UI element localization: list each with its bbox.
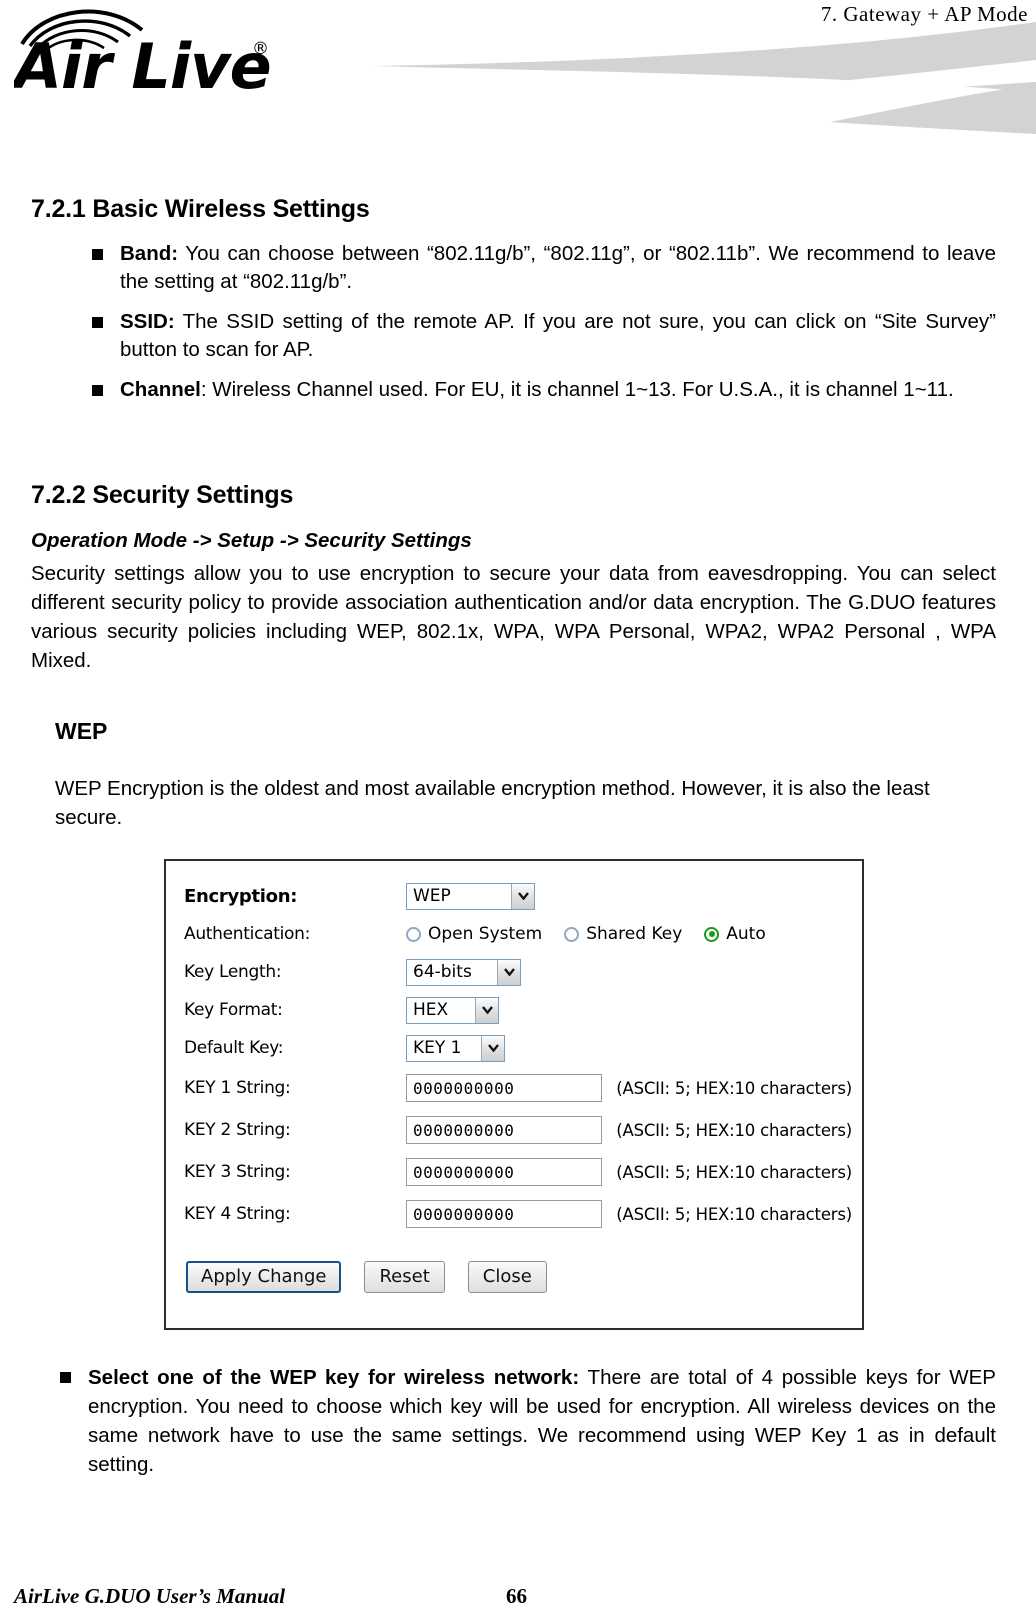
- key-1-string-row: KEY 1 String: 0000000000 (ASCII: 5; HEX:…: [184, 1067, 852, 1109]
- chevron-down-icon: [511, 883, 534, 909]
- key-4-string-label: KEY 4 String:: [184, 1204, 291, 1224]
- radio-auto-label: Auto: [726, 924, 766, 944]
- key-format-select[interactable]: HEX: [406, 996, 499, 1024]
- radio-open-system-label: Open System: [428, 924, 543, 944]
- basic-wireless-bullet-list: Band: You can choose between “802.11g/b”…: [78, 240, 996, 416]
- bullet-select-wep-key-term: Select one of the WEP key for wireless n…: [88, 1366, 580, 1389]
- bullet-band: Band: You can choose between “802.11g/b”…: [78, 240, 996, 296]
- page-footer: AirLive G.DUO User’s Manual 66: [0, 1569, 1036, 1609]
- encryption-select[interactable]: WEP: [406, 882, 535, 910]
- key-length-row: Key Length: 64-bits: [184, 953, 852, 991]
- bullet-ssid-text: The SSID setting of the remote AP. If yo…: [120, 310, 996, 361]
- form-button-row: Apply Change Reset Close: [186, 1261, 852, 1293]
- key-3-string-input[interactable]: 0000000000: [406, 1158, 603, 1186]
- footer-manual-title: AirLive G.DUO User’s Manual: [14, 1584, 286, 1608]
- authentication-row: Authentication: Open System Shared Key A…: [184, 915, 852, 953]
- chevron-down-icon: [497, 959, 520, 985]
- heading-basic-wireless-settings: 7.2.1 Basic Wireless Settings: [31, 195, 370, 223]
- bullet-select-wep-key: Select one of the WEP key for wireless n…: [46, 1363, 996, 1479]
- heading-wep: WEP: [55, 718, 108, 744]
- radio-shared-key-label: Shared Key: [586, 924, 683, 944]
- bullet-band-term: Band:: [120, 242, 179, 265]
- encryption-row: Encryption: WEP: [184, 877, 852, 915]
- security-paragraph: Security settings allow you to use encry…: [31, 562, 996, 672]
- key-1-string-label: KEY 1 String:: [184, 1078, 291, 1098]
- reset-button[interactable]: Reset: [364, 1261, 445, 1293]
- key-2-string-label: KEY 2 String:: [184, 1120, 291, 1140]
- default-key-row: Default Key: KEY 1: [184, 1029, 852, 1067]
- radio-open-system-dot: [406, 926, 421, 942]
- key-1-string-input[interactable]: 0000000000: [406, 1074, 603, 1102]
- svg-text:Air Live: Air Live: [14, 30, 271, 103]
- key-format-label: Key Format:: [184, 1000, 283, 1020]
- key-4-string-row: KEY 4 String: 0000000000 (ASCII: 5; HEX:…: [184, 1193, 852, 1235]
- close-button[interactable]: Close: [467, 1261, 547, 1293]
- key-4-string-input[interactable]: 0000000000: [406, 1200, 603, 1228]
- key-2-string-row: KEY 2 String: 0000000000 (ASCII: 5; HEX:…: [184, 1109, 852, 1151]
- bullet-ssid: SSID: The SSID setting of the remote AP.…: [78, 308, 996, 364]
- radio-shared-key[interactable]: Shared Key: [564, 924, 682, 944]
- wep-settings-screenshot: Encryption: WEP Authentication: Open Sys…: [164, 859, 864, 1330]
- footer-page-number: 66: [506, 1584, 527, 1608]
- encryption-label: Encryption:: [184, 885, 298, 907]
- radio-auto[interactable]: Auto: [704, 924, 766, 944]
- key-2-string-hint: (ASCII: 5; HEX:10 characters): [616, 1120, 852, 1140]
- authentication-radio-group: Open System Shared Key Auto: [406, 924, 766, 944]
- key-format-row: Key Format: HEX: [184, 991, 852, 1029]
- key-3-string-row: KEY 3 String: 0000000000 (ASCII: 5; HEX:…: [184, 1151, 852, 1193]
- radio-auto-dot: [704, 926, 720, 942]
- default-key-select[interactable]: KEY 1: [406, 1034, 505, 1062]
- heading-security-settings: 7.2.2 Security Settings: [31, 481, 294, 509]
- airlive-logo: Air Live ®: [9, 4, 314, 104]
- key-length-select[interactable]: 64-bits: [406, 958, 521, 986]
- key-length-label: Key Length:: [184, 962, 282, 982]
- page-header: 7. Gateway + AP Mode Air Live ®: [0, 0, 1036, 140]
- encryption-select-value: WEP: [407, 883, 511, 909]
- bullet-band-text: You can choose between “802.11g/b”, “802…: [120, 242, 996, 293]
- default-key-label: Default Key:: [184, 1038, 284, 1058]
- key-3-string-label: KEY 3 String:: [184, 1162, 291, 1182]
- chevron-down-icon: [481, 1035, 504, 1061]
- key-4-string-hint: (ASCII: 5; HEX:10 characters): [616, 1204, 852, 1224]
- authentication-label: Authentication:: [184, 924, 311, 944]
- radio-open-system[interactable]: Open System: [406, 924, 542, 944]
- wep-paragraph: WEP Encryption is the oldest and most av…: [55, 777, 930, 829]
- svg-text:®: ®: [252, 39, 269, 59]
- bullet-ssid-term: SSID:: [120, 310, 175, 333]
- bullet-channel: Channel: Wireless Channel used. For EU, …: [78, 376, 996, 404]
- bullet-channel-term: Channel: [120, 378, 201, 401]
- apply-change-button[interactable]: Apply Change: [186, 1261, 342, 1293]
- key-1-string-hint: (ASCII: 5; HEX:10 characters): [616, 1078, 852, 1098]
- default-key-select-value: KEY 1: [407, 1035, 481, 1061]
- chevron-down-icon: [475, 997, 498, 1023]
- key-2-string-input[interactable]: 0000000000: [406, 1116, 603, 1144]
- key-3-string-hint: (ASCII: 5; HEX:10 characters): [616, 1162, 852, 1182]
- security-breadcrumb: Operation Mode -> Setup -> Security Sett…: [31, 529, 472, 552]
- wep-bullet-list: Select one of the WEP key for wireless n…: [46, 1363, 996, 1491]
- running-header-title: 7. Gateway + AP Mode: [820, 2, 1028, 26]
- airlive-logo-icon: Air Live ®: [9, 9, 272, 103]
- bullet-channel-text: : Wireless Channel used. For EU, it is c…: [200, 378, 954, 401]
- key-format-select-value: HEX: [407, 997, 475, 1023]
- key-length-select-value: 64-bits: [407, 959, 497, 985]
- radio-shared-key-dot: [564, 926, 580, 942]
